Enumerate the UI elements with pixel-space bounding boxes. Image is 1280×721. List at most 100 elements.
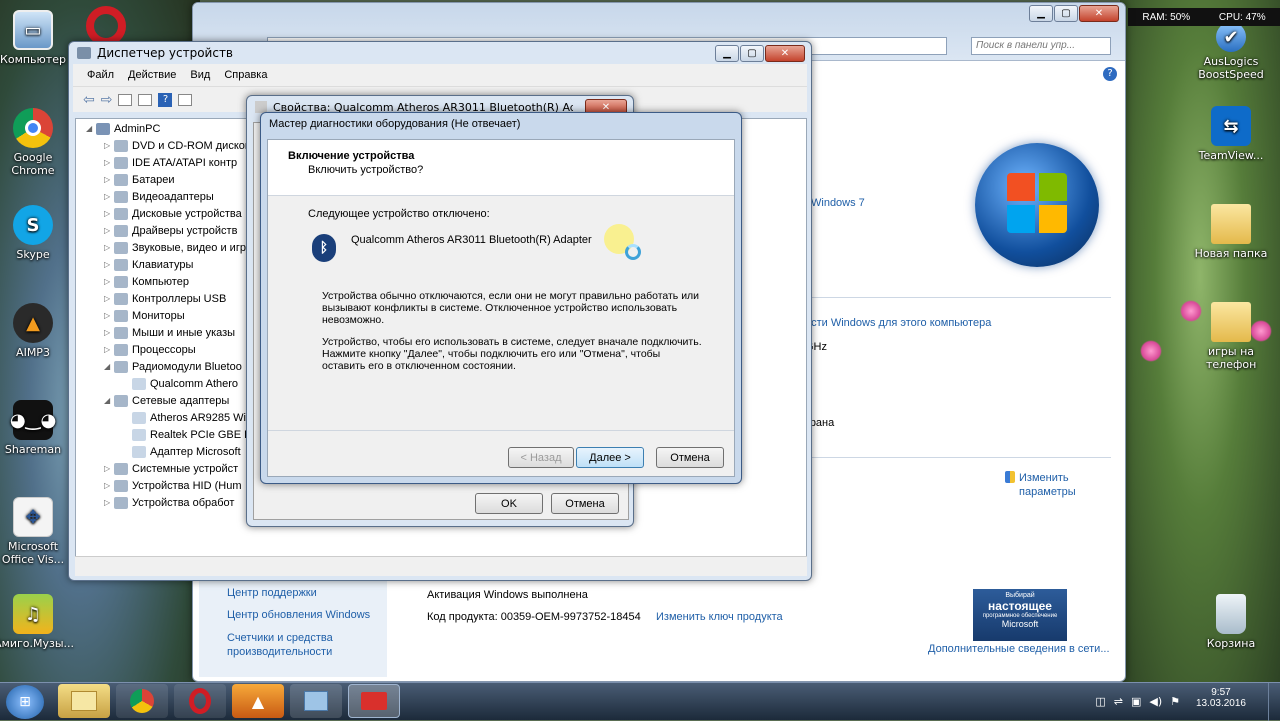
network-icon[interactable]: ◫: [1095, 695, 1105, 708]
desktop-icon-games-folder[interactable]: игры на телефон: [1192, 302, 1270, 371]
expand-toggle-icon[interactable]: ▷: [104, 260, 114, 269]
expand-toggle-icon[interactable]: ◢: [104, 362, 114, 371]
windows7-link[interactable]: Windows 7: [811, 197, 865, 209]
forward-arrow-icon[interactable]: ⇨: [101, 92, 113, 108]
taskbar-chrome[interactable]: [116, 684, 168, 718]
search-input[interactable]: Поиск в панели упр...: [971, 37, 1111, 55]
menu-help[interactable]: Справка: [224, 69, 267, 81]
product-key: Код продукта: 00359-OEM-9973752-18454: [427, 611, 641, 623]
properties-icon[interactable]: [118, 93, 133, 106]
device-category-icon: [114, 139, 128, 152]
desktop-icon-amigo-music[interactable]: ♫ Амиго.Музы...: [0, 594, 74, 650]
monitor-icon[interactable]: ▣: [1131, 695, 1141, 708]
tree-item-label: Realtek PCIe GBE F: [150, 428, 251, 441]
device-manager-titlebar[interactable]: Диспетчер устройств ▁ ▢ ✕: [69, 42, 811, 64]
tree-item-label: Устройства HID (Hum: [132, 479, 242, 492]
expand-toggle-icon[interactable]: ◢: [86, 124, 96, 133]
tree-item-label: Atheros AR9285 Wi: [150, 411, 246, 424]
desktop-icon-shareman[interactable]: ◕‿◕ Shareman: [0, 400, 72, 456]
expand-toggle-icon[interactable]: ▷: [104, 464, 114, 473]
expand-toggle-icon[interactable]: ▷: [104, 158, 114, 167]
taskbar-aimp[interactable]: ▲: [232, 684, 284, 718]
back-button[interactable]: < Назад: [508, 447, 574, 468]
device-category-icon: [132, 445, 146, 458]
usb-icon[interactable]: ⇌: [1114, 695, 1123, 708]
desktop-icon-auslogics[interactable]: ✔ AusLogics BoostSpeed: [1192, 22, 1270, 81]
more-info-link[interactable]: Дополнительные сведения в сети...: [928, 643, 1110, 655]
menu-file[interactable]: Файл: [87, 69, 114, 81]
genuine-microsoft-badge[interactable]: Выбирай настоящее программное обеспечени…: [973, 589, 1067, 641]
desktop-icon-new-folder[interactable]: Новая папка: [1192, 204, 1270, 260]
window-title: Диспетчер устройств: [97, 46, 234, 60]
expand-toggle-icon[interactable]: ▷: [104, 345, 114, 354]
expand-toggle-icon[interactable]: ◢: [104, 396, 114, 405]
tree-item-label: Звуковые, видео и игр: [132, 241, 246, 254]
expand-toggle-icon[interactable]: ▷: [104, 328, 114, 337]
desktop-icon-skype[interactable]: S Skype: [0, 205, 72, 261]
maximize-button[interactable]: ▢: [740, 44, 764, 62]
device-category-icon: [114, 309, 128, 322]
troubleshoot-wizard: Мастер диагностики оборудования (Не отве…: [260, 112, 742, 484]
desktop-icon-teamviewer[interactable]: ⇆ TeamView...: [1192, 106, 1270, 162]
performance-link[interactable]: ости Windows для этого компьютера: [805, 317, 991, 329]
volume-icon[interactable]: ◀): [1149, 695, 1162, 708]
expand-toggle-icon[interactable]: ▷: [104, 226, 114, 235]
desktop-icon-chrome[interactable]: Google Chrome: [0, 108, 72, 177]
help-icon[interactable]: ?: [1103, 67, 1117, 81]
close-button[interactable]: ✕: [1079, 5, 1119, 22]
menu-view[interactable]: Вид: [190, 69, 210, 81]
device-category-icon: [114, 241, 128, 254]
desktop-icon-aimp[interactable]: ▲ AIMP3: [0, 303, 72, 359]
sidebar-link-windows-update[interactable]: Центр обновления Windows: [227, 609, 370, 621]
start-button[interactable]: ⊞: [6, 685, 44, 719]
taskbar-explorer[interactable]: [58, 684, 110, 718]
close-button[interactable]: ✕: [765, 44, 805, 62]
expand-toggle-icon[interactable]: ▷: [104, 141, 114, 150]
wizard-titlebar[interactable]: Мастер диагностики оборудования (Не отве…: [261, 113, 741, 135]
device-category-icon: [114, 326, 128, 339]
wizard-paragraph-1: Устройства обычно отключаются, если они …: [322, 290, 700, 326]
taskbar-device-manager[interactable]: [348, 684, 400, 718]
show-desktop-button[interactable]: [1268, 683, 1280, 721]
expand-toggle-icon[interactable]: ▷: [104, 481, 114, 490]
expand-toggle-icon[interactable]: ▷: [104, 311, 114, 320]
action-flag-icon[interactable]: ⚑: [1170, 695, 1180, 708]
change-key-link[interactable]: Изменить ключ продукта: [656, 611, 783, 623]
expand-toggle-icon[interactable]: ▷: [104, 243, 114, 252]
desktop-icon-visio[interactable]: ✥ Microsoft Office Vis...: [0, 497, 72, 566]
maximize-button[interactable]: ▢: [1054, 5, 1078, 22]
change-params-link[interactable]: Изменить параметры: [1005, 471, 1099, 499]
sidebar-link-support-center[interactable]: Центр поддержки: [227, 587, 317, 599]
cancel-button[interactable]: Отмена: [551, 493, 619, 514]
minimize-button[interactable]: ▁: [1029, 5, 1053, 22]
expand-toggle-icon[interactable]: ▷: [104, 498, 114, 507]
wizard-paragraph-2: Устройство, чтобы его использовать в сис…: [322, 336, 702, 372]
desktop-icon-recycle-bin[interactable]: Корзина: [1192, 594, 1270, 650]
taskbar-control-panel[interactable]: [290, 684, 342, 718]
list-icon[interactable]: [138, 93, 153, 106]
desktop-icon-label: AIMP3: [16, 346, 50, 359]
tree-item-label: Дисковые устройства: [132, 207, 242, 220]
expand-toggle-icon[interactable]: ▷: [104, 175, 114, 184]
taskbar-opera[interactable]: [174, 684, 226, 718]
change-params-label: Изменить параметры: [1019, 472, 1076, 498]
ok-button[interactable]: OK: [475, 493, 543, 514]
help-icon[interactable]: ?: [158, 92, 173, 107]
next-button[interactable]: Далее >: [576, 447, 644, 468]
opera-icon[interactable]: [86, 6, 126, 46]
device-category-icon: [114, 394, 128, 407]
clock[interactable]: 9:57 13.03.2016: [1196, 687, 1246, 709]
expand-toggle-icon[interactable]: ▷: [104, 294, 114, 303]
sidebar-link-performance[interactable]: Счетчики и средства производительности: [227, 631, 367, 659]
windows-logo: [975, 143, 1099, 267]
cancel-button[interactable]: Отмена: [656, 447, 724, 468]
expand-toggle-icon[interactable]: ▷: [104, 209, 114, 218]
minimize-button[interactable]: ▁: [715, 44, 739, 62]
expand-toggle-icon[interactable]: ▷: [104, 192, 114, 201]
view-icon[interactable]: [178, 93, 193, 106]
desktop-icon-computer[interactable]: ▭ Компьютер: [0, 10, 72, 66]
back-arrow-icon[interactable]: ⇦: [83, 92, 95, 108]
expand-toggle-icon[interactable]: ▷: [104, 277, 114, 286]
tree-item-label: Драйверы устройств: [132, 224, 238, 237]
menu-action[interactable]: Действие: [128, 69, 176, 81]
